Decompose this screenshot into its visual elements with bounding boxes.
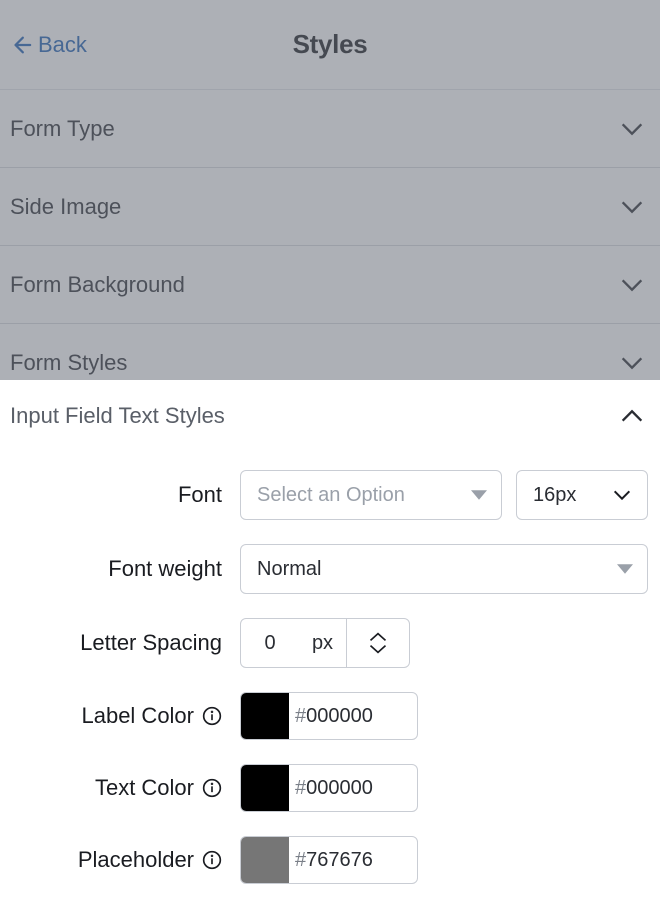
stepper-arrows[interactable] <box>347 619 409 667</box>
letter-spacing-stepper[interactable]: 0 px <box>240 618 410 668</box>
accordion-label: Form Styles <box>10 350 127 376</box>
accordion-input-field-text-styles[interactable]: Input Field Text Styles <box>0 380 660 452</box>
font-size-select[interactable]: 16px <box>516 470 648 520</box>
placeholder-color-input[interactable]: #767676 <box>240 836 418 884</box>
letter-spacing-value: 0 <box>241 619 299 667</box>
accordion-label: Input Field Text Styles <box>10 403 225 429</box>
text-color-label: Text Color <box>10 775 240 801</box>
label-color-swatch[interactable] <box>241 693 289 739</box>
font-label: Font <box>10 482 240 508</box>
info-icon[interactable] <box>202 778 222 798</box>
accordion-label: Form Background <box>10 272 185 298</box>
accordion-label: Side Image <box>10 194 121 220</box>
letter-spacing-unit: px <box>299 619 347 667</box>
chevron-down-icon <box>618 193 646 221</box>
chevron-down-icon <box>611 484 633 506</box>
font-weight-select[interactable]: Normal <box>240 544 648 594</box>
panel-header: Back Styles <box>0 0 660 90</box>
font-select[interactable]: Select an Option <box>240 470 502 520</box>
placeholder-color-label: Placeholder <box>10 847 240 873</box>
accordion-label: Form Type <box>10 116 115 142</box>
chevron-up-icon <box>618 402 646 430</box>
info-icon[interactable] <box>202 850 222 870</box>
text-color-swatch[interactable] <box>241 765 289 811</box>
label-color-hex[interactable]: #000000 <box>289 693 417 739</box>
back-label: Back <box>38 32 87 58</box>
row-text-color: Text Color #000000 <box>10 764 648 812</box>
page-title: Styles <box>293 29 368 60</box>
font-weight-value: Normal <box>257 558 321 581</box>
row-placeholder-color: Placeholder #767676 <box>10 836 648 884</box>
text-color-hex[interactable]: #000000 <box>289 765 417 811</box>
row-font-weight: Font weight Normal <box>10 544 648 594</box>
text-color-input[interactable]: #000000 <box>240 764 418 812</box>
row-font: Font Select an Option 16px <box>10 470 648 520</box>
info-icon[interactable] <box>202 706 222 726</box>
letter-spacing-label: Letter Spacing <box>10 630 240 656</box>
font-size-value: 16px <box>533 484 576 507</box>
arrow-left-icon <box>10 34 32 56</box>
accordion-side-image[interactable]: Side Image <box>0 168 660 246</box>
caret-down-icon <box>617 561 633 577</box>
row-letter-spacing: Letter Spacing 0 px <box>10 618 648 668</box>
controls-group: Font Select an Option 16px Font weight N… <box>0 452 660 914</box>
accordion-form-background[interactable]: Form Background <box>0 246 660 324</box>
chevron-up-icon <box>368 631 388 643</box>
chevron-down-icon <box>618 115 646 143</box>
chevron-down-icon <box>368 643 388 655</box>
input-field-text-styles-panel: Input Field Text Styles Font Select an O… <box>0 380 660 914</box>
font-weight-label: Font weight <box>10 556 240 582</box>
row-label-color: Label Color #000000 <box>10 692 648 740</box>
chevron-down-icon <box>618 271 646 299</box>
back-button[interactable]: Back <box>10 32 87 58</box>
placeholder-color-swatch[interactable] <box>241 837 289 883</box>
caret-down-icon <box>471 487 487 503</box>
label-color-label: Label Color <box>10 703 240 729</box>
placeholder-color-hex[interactable]: #767676 <box>289 837 417 883</box>
label-color-input[interactable]: #000000 <box>240 692 418 740</box>
font-placeholder: Select an Option <box>257 484 405 507</box>
chevron-down-icon <box>618 349 646 377</box>
accordion-form-type[interactable]: Form Type <box>0 90 660 168</box>
